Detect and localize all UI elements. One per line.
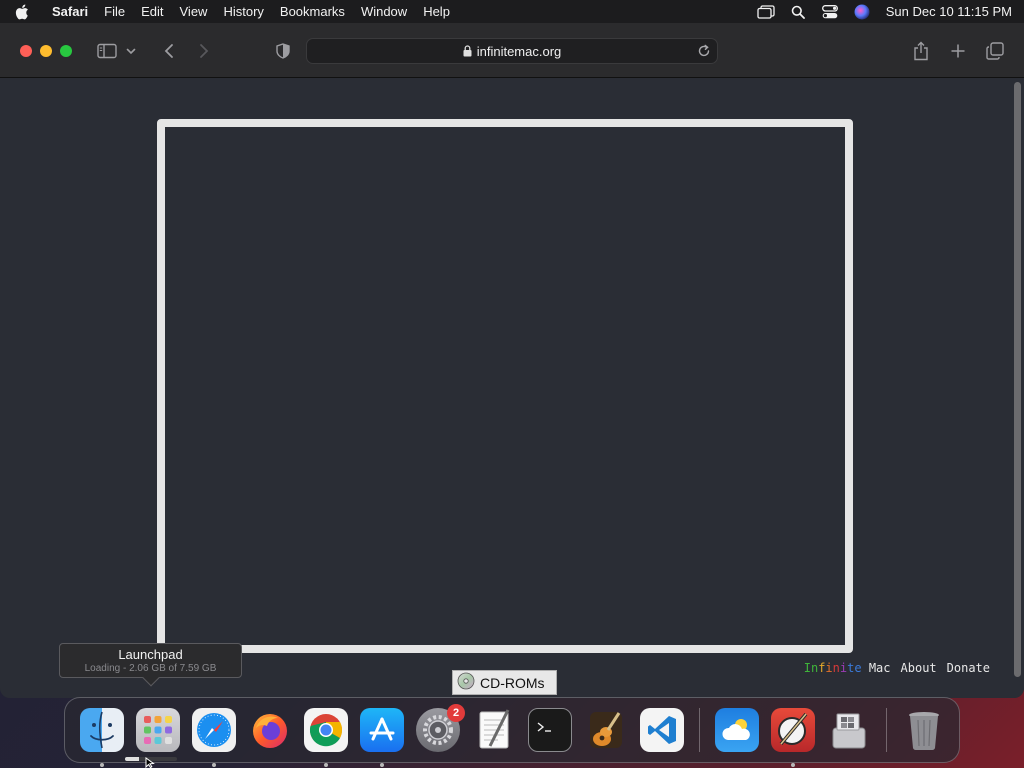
apple-menu-icon[interactable] bbox=[0, 4, 44, 20]
notification-badge: 2 bbox=[447, 704, 465, 722]
app-store-icon[interactable] bbox=[360, 708, 404, 767]
lock-icon bbox=[463, 45, 472, 57]
terminal-icon[interactable] bbox=[528, 708, 572, 752]
menu-file[interactable]: File bbox=[96, 0, 133, 23]
weather-icon[interactable] bbox=[715, 708, 759, 752]
brand-suffix: Mac bbox=[868, 661, 891, 675]
safari-icon[interactable] bbox=[192, 708, 236, 767]
menu-history[interactable]: History bbox=[215, 0, 271, 23]
running-indicator bbox=[100, 763, 104, 767]
running-indicator bbox=[324, 763, 328, 767]
cdroms-label: CD-ROMs bbox=[480, 674, 545, 691]
menu-clock[interactable]: Sun Dec 10 11:15 PM bbox=[878, 4, 1012, 19]
garageband-icon[interactable] bbox=[584, 708, 628, 752]
forward-icon[interactable] bbox=[193, 40, 215, 62]
chevron-down-icon[interactable] bbox=[124, 40, 138, 62]
reload-icon[interactable] bbox=[697, 44, 711, 58]
stage-manager-icon[interactable] bbox=[750, 0, 782, 23]
menu-bookmarks[interactable]: Bookmarks bbox=[272, 0, 353, 23]
compass-icon[interactable] bbox=[771, 708, 815, 767]
infinite-mac-link[interactable]: Infinite Mac bbox=[804, 661, 891, 675]
privacy-shield-icon[interactable] bbox=[272, 40, 294, 62]
page-scrollbar[interactable] bbox=[1012, 78, 1022, 698]
brand-letter: i bbox=[825, 661, 833, 675]
progress-fill bbox=[125, 757, 140, 761]
about-link[interactable]: About bbox=[901, 661, 937, 675]
running-indicator bbox=[380, 763, 384, 767]
close-window-button[interactable] bbox=[20, 45, 32, 57]
trash-icon[interactable] bbox=[902, 708, 946, 752]
bootcamp-icon[interactable] bbox=[827, 708, 871, 752]
sidebar-icon[interactable] bbox=[96, 40, 118, 62]
donate-link[interactable]: Donate bbox=[947, 661, 990, 675]
browser-toolbar: infinitemac.org bbox=[0, 23, 1024, 78]
safari-window: infinitemac.org Infinite Mac About Donat… bbox=[0, 23, 1024, 698]
address-bar[interactable]: infinitemac.org bbox=[306, 38, 718, 64]
page-content: Infinite Mac About Donate bbox=[0, 78, 1024, 698]
minimize-window-button[interactable] bbox=[40, 45, 52, 57]
window-controls bbox=[20, 45, 72, 57]
back-icon[interactable] bbox=[158, 40, 180, 62]
menu-help[interactable]: Help bbox=[415, 0, 458, 23]
menu-window[interactable]: Window bbox=[353, 0, 415, 23]
address-url: infinitemac.org bbox=[476, 43, 562, 59]
site-footer-links: Infinite Mac About Donate bbox=[804, 661, 990, 675]
system-preferences-icon[interactable]: 2 bbox=[416, 704, 465, 752]
firefox-icon[interactable] bbox=[248, 708, 292, 752]
finder-icon[interactable] bbox=[80, 708, 124, 767]
share-icon[interactable] bbox=[910, 40, 932, 62]
control-center-icon[interactable] bbox=[814, 0, 846, 23]
cdroms-button[interactable]: CD-ROMs bbox=[452, 670, 557, 695]
siri-icon[interactable] bbox=[846, 0, 878, 23]
scrollbar-thumb[interactable] bbox=[1014, 82, 1021, 677]
emulator-screen[interactable] bbox=[157, 119, 853, 653]
tab-overview-icon[interactable] bbox=[984, 40, 1006, 62]
brand-letter: n bbox=[832, 661, 840, 675]
spotlight-search-icon[interactable] bbox=[782, 0, 814, 23]
dock-separator bbox=[699, 708, 700, 752]
running-indicator bbox=[212, 763, 216, 767]
launchpad-tooltip: Launchpad Loading - 2.06 GB of 7.59 GB bbox=[59, 643, 242, 687]
textedit-icon[interactable] bbox=[472, 708, 516, 752]
menu-bar: Safari File Edit View History Bookmarks … bbox=[0, 0, 1024, 23]
chrome-icon[interactable] bbox=[304, 708, 348, 767]
zoom-window-button[interactable] bbox=[60, 45, 72, 57]
launchpad-icon[interactable] bbox=[136, 708, 180, 752]
mouse-cursor-icon bbox=[145, 757, 155, 768]
vscode-icon[interactable] bbox=[640, 708, 684, 752]
cd-icon bbox=[457, 672, 475, 693]
brand-letter: e bbox=[854, 661, 862, 675]
menu-edit[interactable]: Edit bbox=[133, 0, 171, 23]
menu-view[interactable]: View bbox=[172, 0, 216, 23]
new-tab-icon[interactable] bbox=[947, 40, 969, 62]
menu-app-name[interactable]: Safari bbox=[44, 0, 96, 23]
tooltip-title: Launchpad bbox=[118, 647, 183, 662]
dock-separator bbox=[886, 708, 887, 752]
running-indicator bbox=[791, 763, 795, 767]
brand-letter: I bbox=[803, 661, 811, 675]
dock: 2 bbox=[64, 697, 960, 767]
